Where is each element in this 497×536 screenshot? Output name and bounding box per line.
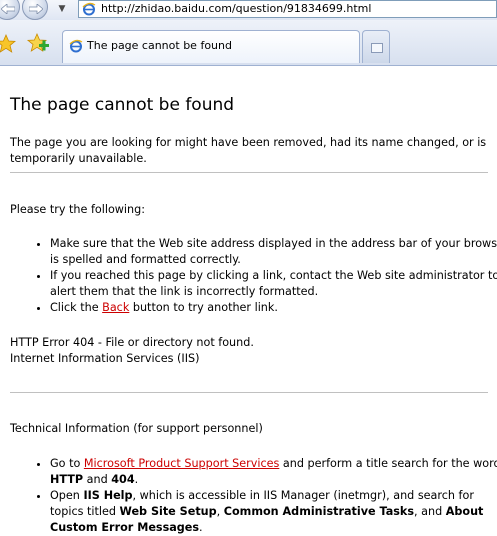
url-field[interactable]: http://zhidao.baidu.com/question/9183469… — [78, 0, 497, 18]
tab-title: The page cannot be found — [87, 39, 232, 52]
page-title: The page cannot be found — [10, 95, 235, 115]
forward-button[interactable] — [22, 0, 48, 20]
new-tab-button[interactable] — [362, 30, 390, 63]
intro-text: The page you are looking for might have … — [10, 136, 487, 165]
ie-tab-icon — [69, 39, 83, 53]
try-list: Make sure that the Web site address disp… — [26, 236, 497, 316]
tech-heading: Technical Information (for support perso… — [10, 422, 263, 435]
url-text: http://zhidao.baidu.com/question/9183469… — [101, 2, 372, 15]
list-item: Open IIS Help, which is accessible in II… — [50, 488, 497, 536]
item-text: button to try another link. — [129, 301, 278, 314]
support-services-link[interactable]: Microsoft Product Support Services — [84, 457, 279, 470]
list-item: Make sure that the Web site address disp… — [50, 236, 497, 268]
add-favorite-icon[interactable] — [26, 32, 50, 56]
back-arrow-icon — [1, 4, 15, 14]
history-dropdown-icon[interactable]: ▼ — [56, 3, 68, 15]
tech-list: Go to Microsoft Product Support Services… — [26, 456, 497, 536]
list-item: Go to Microsoft Product Support Services… — [50, 456, 497, 488]
favorites-star-icon[interactable] — [0, 34, 16, 54]
tab-bar: The page cannot be found — [0, 20, 497, 66]
tab-current[interactable]: The page cannot be found — [62, 30, 360, 63]
try-heading: Please try the following: — [10, 203, 146, 216]
divider — [10, 392, 488, 393]
ie-page-icon — [82, 2, 96, 16]
back-link[interactable]: Back — [102, 301, 129, 314]
address-bar: ▼ http://zhidao.baidu.com/question/91834… — [0, 0, 497, 21]
new-tab-icon — [371, 43, 383, 53]
item-text: Click the — [50, 301, 103, 314]
error-code-text: HTTP Error 404 - File or directory not f… — [10, 336, 254, 349]
list-item: Click the If you reached this page by cl… — [50, 268, 497, 300]
divider — [10, 172, 488, 173]
server-text: Internet Information Services (IIS) — [10, 352, 200, 365]
list-item: Click the Back button to try another lin… — [50, 300, 497, 316]
forward-arrow-icon — [29, 4, 43, 14]
back-button[interactable] — [0, 0, 20, 20]
